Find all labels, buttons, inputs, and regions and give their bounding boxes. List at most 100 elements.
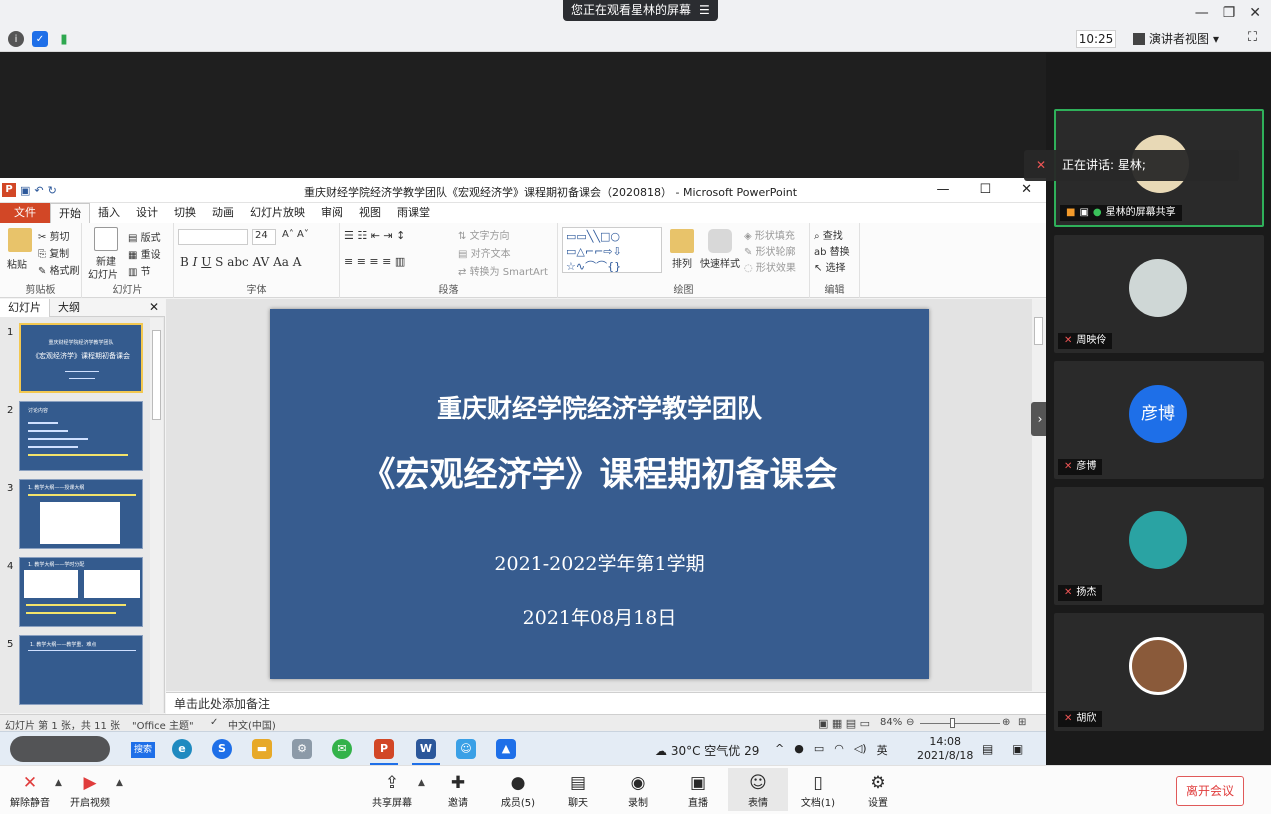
shapes-gallery[interactable]: ▭▭╲╲□○ ▭△⌐⌐⇨⇩ ☆∿⌒⌒{} bbox=[562, 227, 662, 273]
view-mode-icons[interactable]: ▣ ▦ ▤ ▭ bbox=[818, 717, 870, 730]
word-icon[interactable]: W bbox=[412, 739, 440, 765]
layout-button[interactable]: ▤ 版式 bbox=[128, 229, 161, 244]
notification-icon[interactable]: ▤ bbox=[982, 742, 993, 756]
redo-icon[interactable]: ↻ bbox=[48, 184, 57, 197]
battery-icon[interactable]: ▭ bbox=[814, 742, 824, 758]
language[interactable]: 中文(中国) bbox=[228, 717, 276, 732]
close-icon[interactable]: ✕ bbox=[149, 300, 159, 314]
tab-review[interactable]: 审阅 bbox=[313, 203, 351, 223]
paste-button[interactable]: 粘贴 bbox=[7, 256, 27, 271]
participant-tile[interactable]: ✕ 周映伶 bbox=[1054, 235, 1264, 353]
action-center-icon[interactable]: ▣ bbox=[1012, 742, 1023, 756]
tab-rain-classroom[interactable]: 雨课堂 bbox=[389, 203, 438, 223]
start-video-button[interactable]: ▶ 开启视频 bbox=[60, 772, 120, 809]
info-icon[interactable]: i bbox=[8, 31, 24, 47]
chevron-up-icon[interactable]: ▲ bbox=[116, 778, 123, 788]
tab-insert[interactable]: 插入 bbox=[90, 203, 128, 223]
fit-slide-icon[interactable]: ⊞ bbox=[1018, 717, 1026, 728]
notes-pane[interactable]: 单击此处添加备注 bbox=[166, 692, 1046, 714]
reactions-button[interactable]: ☺ 表情 bbox=[728, 768, 788, 811]
undo-icon[interactable]: ↶ bbox=[34, 184, 43, 197]
text-direction-button[interactable]: ⇅ 文字方向 bbox=[458, 227, 510, 242]
thumbnail-slide-3[interactable]: 3 1. 教学大纲——授课大纲 bbox=[0, 479, 150, 553]
select-button[interactable]: ↖ 选择 bbox=[814, 259, 846, 274]
font-name-input[interactable] bbox=[178, 229, 248, 245]
file-explorer-icon[interactable]: ▬ bbox=[252, 739, 272, 759]
taskbar-search-box[interactable] bbox=[10, 736, 110, 762]
participant-tile[interactable]: ✕ 扬杰 bbox=[1054, 487, 1264, 605]
spellcheck-icon[interactable]: ✓ bbox=[210, 717, 218, 728]
powerpoint-icon[interactable]: P bbox=[370, 739, 398, 765]
chevron-up-icon[interactable]: ^ bbox=[775, 742, 784, 758]
font-size-input[interactable]: 24 bbox=[252, 229, 276, 245]
zoom-in-icon[interactable]: ⊕ bbox=[1002, 717, 1010, 728]
menu-icon[interactable]: ☰ bbox=[699, 0, 710, 21]
tab-slideshow[interactable]: 幻灯片放映 bbox=[242, 203, 313, 223]
thumbnail-slide-1[interactable]: 1 重庆财经学院经济学教学团队 《宏观经济学》课程期初备课会 bbox=[0, 323, 150, 397]
wifi-icon[interactable]: ◠ bbox=[834, 742, 844, 758]
maximize-icon[interactable]: ☐ bbox=[979, 182, 991, 197]
find-button[interactable]: ⌕ 查找 bbox=[814, 227, 843, 242]
shield-icon[interactable]: ✓ bbox=[32, 31, 48, 47]
zoom-slider-handle[interactable] bbox=[950, 718, 955, 728]
paste-icon[interactable] bbox=[8, 228, 32, 252]
chat-button[interactable]: ▤ 聊天 bbox=[548, 772, 608, 809]
settings-button[interactable]: ⚙ 设置 bbox=[848, 772, 908, 809]
minimize-icon[interactable]: — bbox=[936, 182, 949, 197]
arrange-button[interactable]: 排列 bbox=[672, 255, 692, 270]
sharing-banner[interactable]: 您正在观看星林的屏幕 ☰ bbox=[563, 0, 718, 21]
font-format-icons[interactable]: B I U S abc AV Aa A bbox=[180, 255, 301, 269]
smartart-button[interactable]: ⇄ 转换为 SmartArt bbox=[458, 263, 548, 278]
thumbnail-slide-5[interactable]: 5 1. 教学大纲——教学重、难点 bbox=[0, 635, 150, 709]
scrollbar-thumb[interactable] bbox=[152, 330, 161, 420]
app-icon[interactable]: ⚙ bbox=[292, 739, 312, 759]
cut-button[interactable]: ✂ 剪切 bbox=[38, 228, 70, 243]
zoom-level[interactable]: 84% bbox=[880, 717, 902, 728]
editor-scrollbar[interactable] bbox=[1032, 299, 1046, 691]
quick-styles-button[interactable]: 快速样式 bbox=[700, 255, 740, 270]
wechat-icon[interactable]: ✉ bbox=[332, 739, 352, 759]
shape-fill-button[interactable]: ◈ 形状填充 bbox=[744, 227, 795, 242]
new-slide-icon[interactable] bbox=[94, 227, 118, 251]
section-button[interactable]: ▥ 节 bbox=[128, 263, 151, 278]
share-screen-button[interactable]: ⇪ 共享屏幕 bbox=[362, 772, 422, 809]
thumbnail-scrollbar[interactable] bbox=[150, 318, 163, 713]
taskbar-search-button[interactable]: 搜索 bbox=[131, 742, 155, 758]
invite-button[interactable]: ✚ 邀请 bbox=[428, 772, 488, 809]
shape-effects-button[interactable]: ◌ 形状效果 bbox=[744, 259, 796, 274]
thumbnail-slide-2[interactable]: 2 讨论内容 bbox=[0, 401, 150, 475]
live-button[interactable]: ▣ 直播 bbox=[668, 772, 728, 809]
ime-indicator[interactable]: 英 bbox=[877, 742, 888, 758]
tab-outline[interactable]: 大纲 bbox=[50, 299, 88, 317]
shape-outline-button[interactable]: ✎ 形状轮廓 bbox=[744, 243, 796, 258]
members-button[interactable]: ● 成员(5) bbox=[488, 772, 548, 809]
edge-icon[interactable]: e bbox=[172, 739, 192, 759]
tab-home[interactable]: 开始 bbox=[50, 202, 90, 224]
close-icon[interactable]: ✕ bbox=[1021, 182, 1032, 197]
chevron-up-icon[interactable]: ▲ bbox=[418, 778, 425, 788]
tab-file[interactable]: 文件 bbox=[0, 203, 50, 223]
tab-transitions[interactable]: 切换 bbox=[166, 203, 204, 223]
thumbnail-slide-4[interactable]: 4 1. 教学大纲——学时分配 bbox=[0, 557, 150, 631]
presenter-view-dropdown[interactable]: 演讲者视图 ▾ bbox=[1133, 30, 1219, 47]
participant-tile[interactable]: ✕ 胡欣 bbox=[1054, 613, 1264, 731]
grow-font-icon[interactable]: A˄ A˅ bbox=[282, 229, 309, 240]
tab-view[interactable]: 视图 bbox=[351, 203, 389, 223]
restore-icon[interactable]: ❐ bbox=[1223, 5, 1236, 21]
current-slide[interactable]: 重庆财经学院经济学教学团队 《宏观经济学》课程期初备课会 2021-2022学年… bbox=[270, 309, 929, 679]
unmute-button[interactable]: ✕ 解除静音 bbox=[0, 772, 60, 809]
tray-app-icon[interactable]: ● bbox=[794, 742, 804, 758]
tab-design[interactable]: 设计 bbox=[128, 203, 166, 223]
record-button[interactable]: ◉ 录制 bbox=[608, 772, 668, 809]
save-icon[interactable]: ▣ bbox=[20, 184, 30, 197]
replace-button[interactable]: ab 替换 bbox=[814, 243, 850, 258]
browser-icon[interactable]: S bbox=[212, 739, 232, 759]
format-painter-button[interactable]: ✎ 格式刷 bbox=[38, 262, 80, 277]
zoom-out-icon[interactable]: ⊖ bbox=[906, 717, 914, 728]
arrange-icon[interactable] bbox=[670, 229, 694, 253]
tencent-meeting-icon[interactable]: ▲ bbox=[496, 739, 516, 759]
tab-slides[interactable]: 幻灯片 bbox=[0, 298, 50, 317]
minimize-icon[interactable]: — bbox=[1195, 5, 1209, 21]
copy-button[interactable]: ⎘ 复制 bbox=[38, 245, 69, 260]
close-icon[interactable]: ✕ bbox=[1249, 5, 1261, 21]
